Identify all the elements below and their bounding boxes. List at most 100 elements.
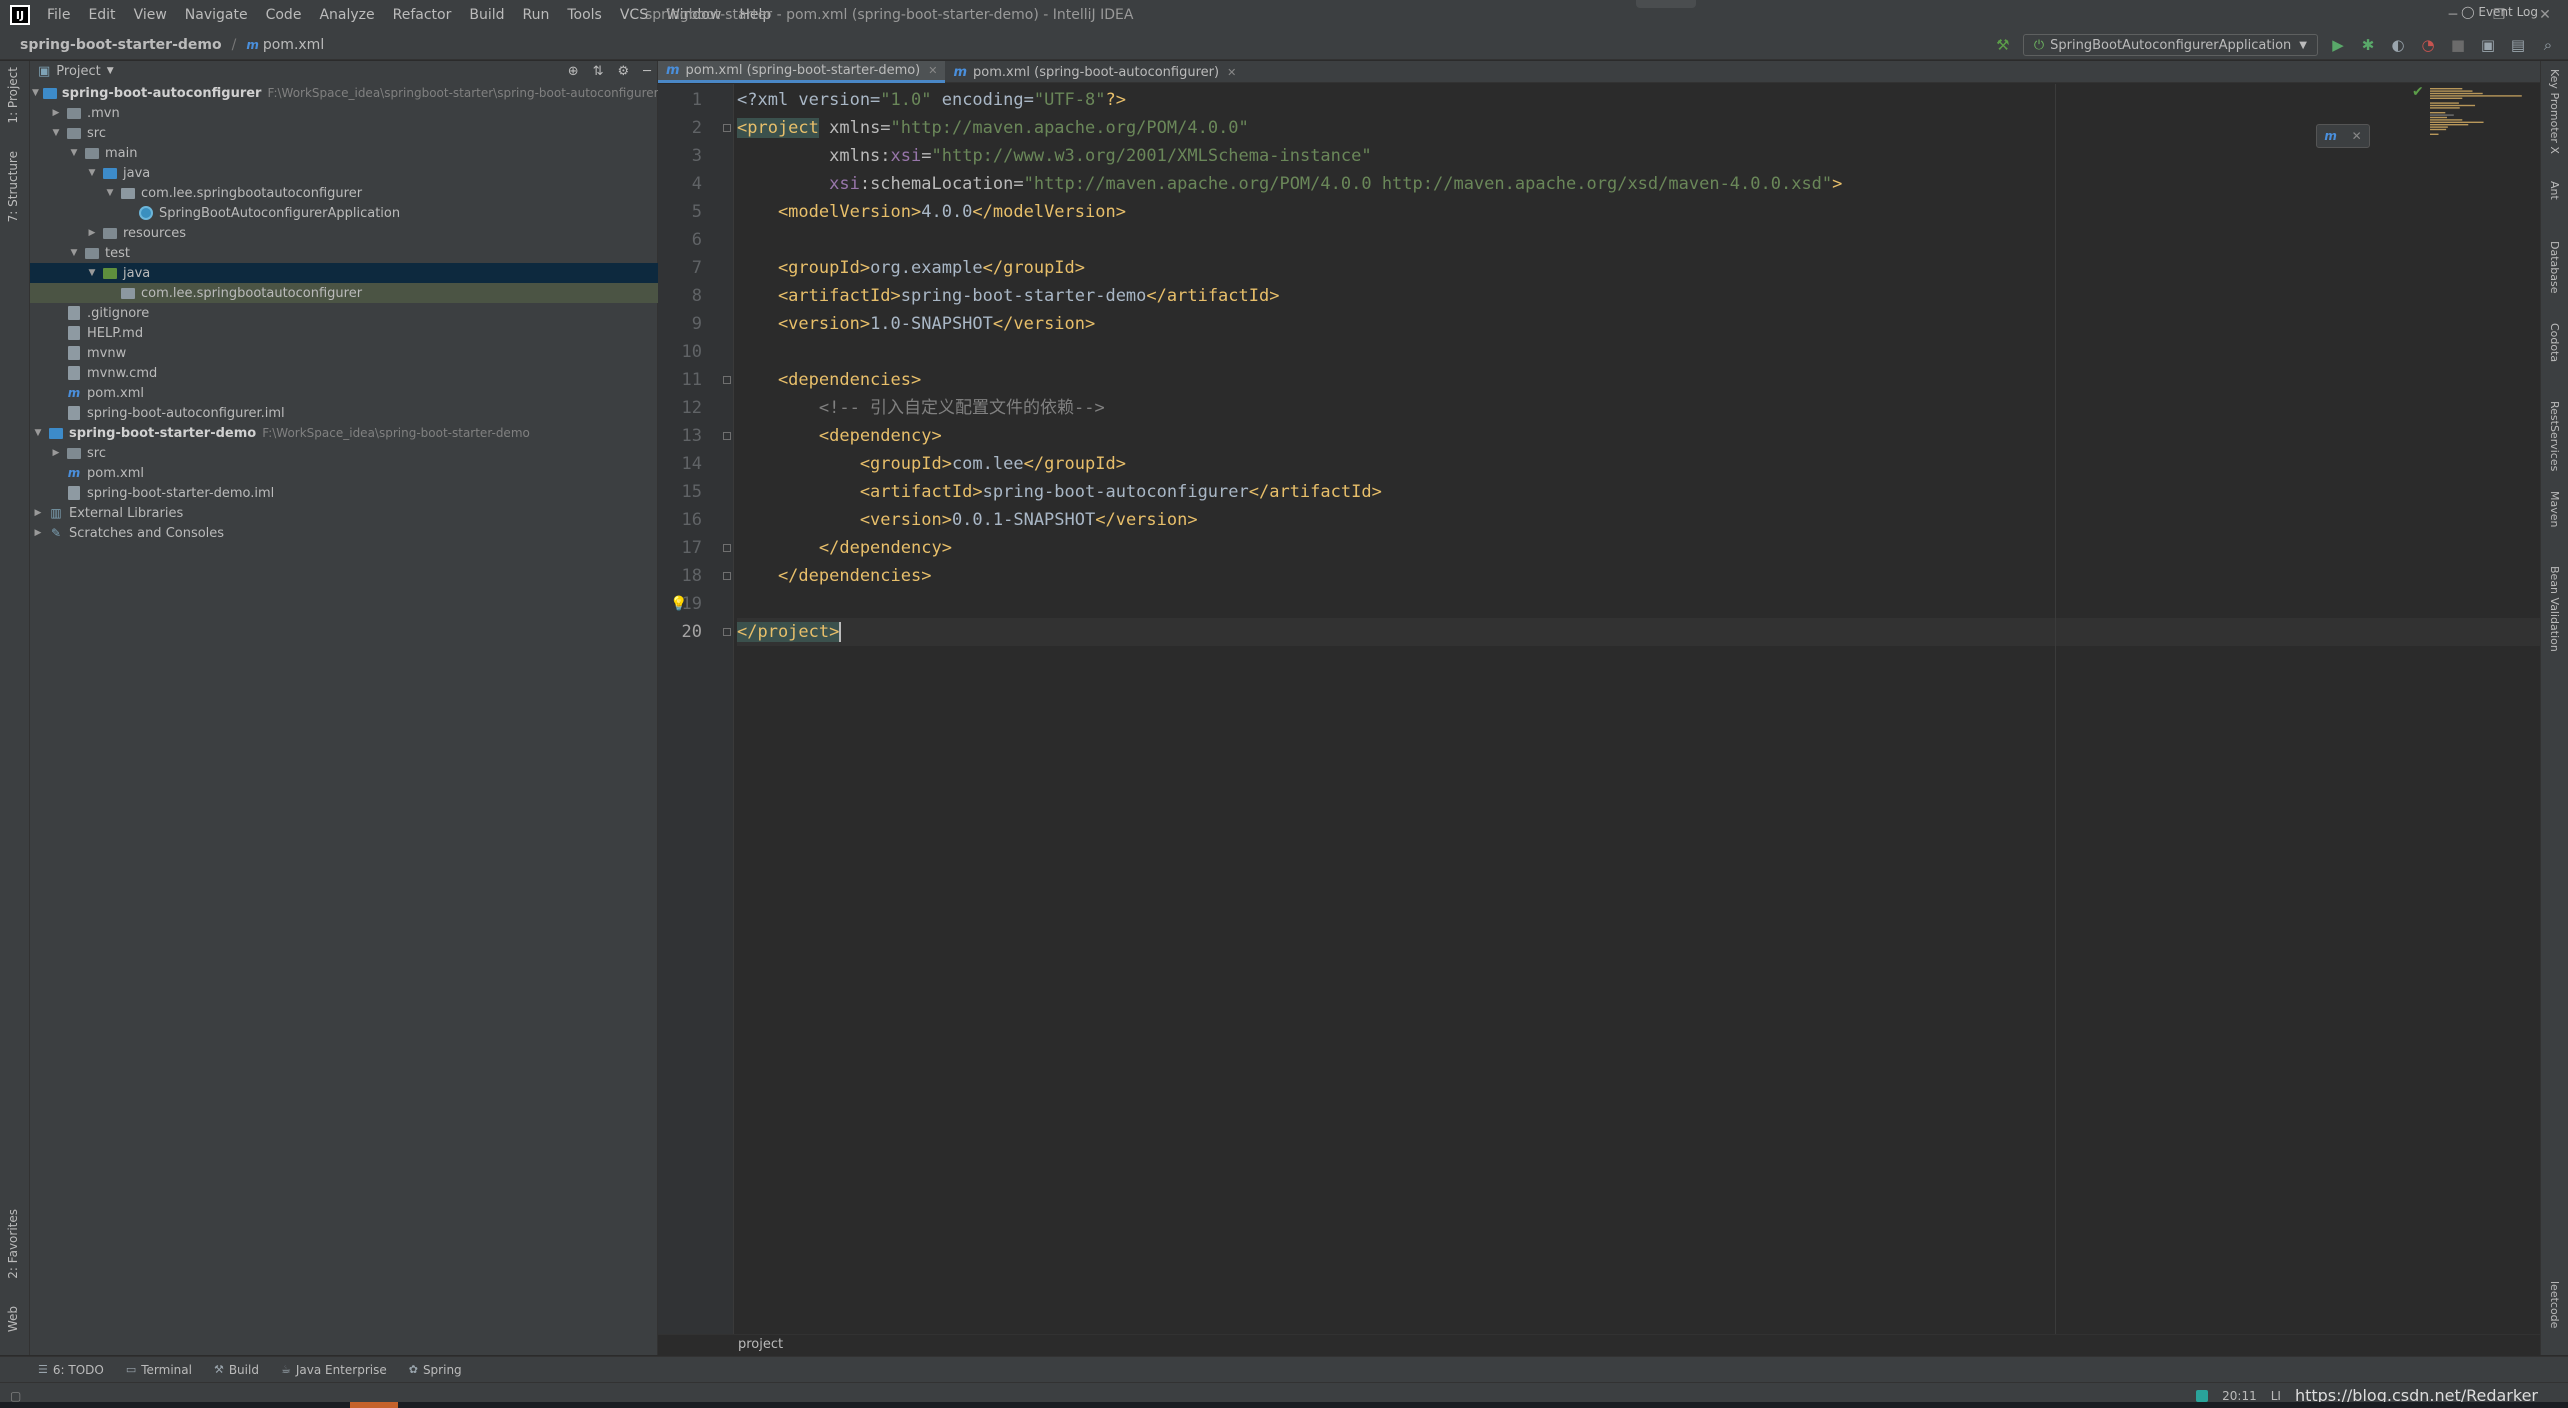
search-icon[interactable]: ⌕ (2538, 35, 2558, 55)
code-line[interactable] (737, 590, 2540, 618)
tree-item[interactable]: ▼ spring-boot-autoconfigurer F:\WorkSpace_… (30, 83, 659, 103)
tree-item[interactable]: ▶ src (30, 443, 658, 463)
expanded-arrow-icon[interactable]: ▼ (68, 148, 80, 158)
tree-item[interactable]: ▼ java (30, 263, 658, 283)
fold-marker-icon[interactable] (723, 544, 731, 552)
collapsed-arrow-icon[interactable]: ▶ (32, 508, 44, 518)
code-line[interactable]: <version>0.0.1-SNAPSHOT</version> (737, 506, 2540, 534)
expanded-arrow-icon[interactable]: ▼ (86, 168, 98, 178)
tab-favorites[interactable]: 2: Favorites (6, 1209, 20, 1279)
layout-toggle-icon[interactable]: ▢ (10, 1389, 21, 1403)
expanded-arrow-icon[interactable]: ▼ (32, 428, 44, 438)
expanded-arrow-icon[interactable]: ▼ (86, 268, 98, 278)
code-line[interactable]: <groupId>com.lee</groupId> (737, 450, 2540, 478)
tool-window-terminal[interactable]: ▭ Terminal (126, 1363, 192, 1377)
event-log-button[interactable]: ◯ Event Log (2461, 5, 2538, 19)
code-line[interactable]: <dependencies> (737, 366, 2540, 394)
tree-item[interactable]: com.lee.springbootautoconfigurer (30, 283, 658, 303)
maven-reload-icon[interactable]: m (2324, 129, 2337, 143)
locate-icon[interactable]: ⊕ (568, 64, 579, 79)
menu-navigate[interactable]: Navigate (176, 7, 257, 23)
menu-refactor[interactable]: Refactor (384, 7, 461, 23)
run-configuration-select[interactable]: ⏻ SpringBootAutoconfigurerApplication ▼ (2022, 34, 2318, 56)
editor-breadcrumb[interactable]: project (658, 1334, 2540, 1355)
tab-key-promoter-x[interactable]: Key Promoter X (2548, 69, 2561, 154)
line-separator[interactable]: LI (2271, 1389, 2281, 1403)
tab-restservices[interactable]: RestServices (2548, 401, 2561, 471)
debug-icon[interactable]: ✱ (2358, 35, 2378, 55)
tree-item[interactable]: ▼ main (30, 143, 658, 163)
tree-item[interactable]: ▶ .mvn (30, 103, 658, 123)
maven-reload-popup[interactable]: m ✕ (2316, 124, 2370, 148)
close-icon[interactable]: ✕ (2352, 129, 2362, 143)
code-line[interactable]: <dependency> (737, 422, 2540, 450)
code-line[interactable]: <project xmlns="http://maven.apache.org/… (737, 114, 2540, 142)
menu-file[interactable]: File (38, 7, 79, 23)
code-line[interactable]: </project> (737, 618, 2540, 646)
codota-icon[interactable] (2196, 1389, 2209, 1402)
collapse-all-icon[interactable]: ⇅ (593, 64, 604, 79)
inspection-ok-icon[interactable]: ✔ (2412, 84, 2424, 100)
close-tab-icon[interactable]: ✕ (1227, 66, 1236, 79)
editor-tab[interactable]: m pom.xml (spring-boot-autoconfigurer) ✕ (945, 61, 1244, 83)
code-editor[interactable]: 1 2 3 4 5 6 7 8 9 10 11 12 13 14 15 16 17 18 19 20 <?xml ve… (658, 84, 2540, 1334)
gear-icon[interactable]: ⚙ (618, 64, 630, 79)
coverage-icon[interactable]: ◐ (2388, 35, 2408, 55)
code-line[interactable]: <?xml version="1.0" encoding="UTF-8"?> (737, 86, 2540, 114)
tree-item[interactable]: spring-boot-starter-demo.iml (30, 483, 658, 503)
chevron-down-icon[interactable]: ▼ (107, 66, 114, 76)
tree-item[interactable]: ▶ ✎ Scratches and Consoles (30, 523, 658, 543)
build-hammer-icon[interactable]: ⚒ (1993, 35, 2013, 55)
code-line[interactable]: <version>1.0-SNAPSHOT</version> (737, 310, 2540, 338)
expanded-arrow-icon[interactable]: ▼ (50, 128, 62, 138)
collapsed-arrow-icon[interactable]: ▶ (32, 528, 44, 538)
tab-ant[interactable]: Ant (2548, 181, 2561, 200)
tool-window-todo[interactable]: ☰ 6: TODO (38, 1363, 104, 1377)
menu-build[interactable]: Build (460, 7, 513, 23)
fold-marker-icon[interactable] (723, 628, 731, 636)
collapsed-arrow-icon[interactable]: ▶ (50, 108, 62, 118)
project-structure-icon[interactable]: ▣ (2478, 35, 2498, 55)
close-tab-icon[interactable]: ✕ (928, 64, 937, 77)
tree-item[interactable]: ▼ src (30, 123, 658, 143)
caret-position[interactable]: 20:11 (2222, 1389, 2257, 1403)
tree-item[interactable]: mvnw (30, 343, 658, 363)
code-line[interactable]: <artifactId>spring-boot-autoconfigurer</… (737, 478, 2540, 506)
breadcrumb-file[interactable]: pom.xml (263, 37, 324, 53)
collapsed-arrow-icon[interactable]: ▶ (86, 228, 98, 238)
project-panel-title[interactable]: Project (56, 64, 100, 79)
menu-analyze[interactable]: Analyze (310, 7, 383, 23)
tool-window-build[interactable]: ⚒ Build (214, 1363, 259, 1377)
code-line[interactable]: <modelVersion>4.0.0</modelVersion> (737, 198, 2540, 226)
code-line[interactable]: xmlns:xsi="http://www.w3.org/2001/XMLSch… (737, 142, 2540, 170)
code-area[interactable]: <?xml version="1.0" encoding="UTF-8"?> <p… (737, 84, 2540, 1334)
collapsed-arrow-icon[interactable]: ▶ (50, 448, 62, 458)
expanded-arrow-icon[interactable]: ▼ (104, 188, 116, 198)
tree-item[interactable]: HELP.md (30, 323, 658, 343)
tool-window-java-enterprise[interactable]: ☕ Java Enterprise (281, 1363, 387, 1377)
tree-item[interactable]: .gitignore (30, 303, 658, 323)
tab-project[interactable]: 1: Project (6, 67, 20, 124)
layout-icon[interactable]: ▤ (2508, 35, 2528, 55)
expanded-arrow-icon[interactable]: ▼ (32, 88, 39, 98)
fold-marker-icon[interactable] (723, 432, 731, 440)
fold-marker-icon[interactable] (723, 376, 731, 384)
tree-item[interactable]: SpringBootAutoconfigurerApplication (30, 203, 658, 223)
menu-edit[interactable]: Edit (79, 7, 124, 23)
tree-item[interactable]: mvnw.cmd (30, 363, 658, 383)
expanded-arrow-icon[interactable]: ▼ (68, 248, 80, 258)
lightbulb-icon[interactable]: 💡 (670, 596, 687, 612)
tree-item[interactable]: ▼ com.lee.springbootautoconfigurer (30, 183, 658, 203)
tab-web[interactable]: Web (6, 1306, 20, 1332)
menu-run[interactable]: Run (514, 7, 559, 23)
tree-item[interactable]: ▶ ▥ External Libraries (30, 503, 658, 523)
code-line[interactable]: <artifactId>spring-boot-starter-demo</ar… (737, 282, 2540, 310)
tab-maven[interactable]: Maven (2548, 491, 2561, 527)
tree-item[interactable]: spring-boot-autoconfigurer.iml (30, 403, 658, 423)
code-line[interactable]: </dependency> (737, 534, 2540, 562)
hide-icon[interactable]: ─ (643, 64, 651, 79)
breadcrumb-project[interactable]: spring-boot-starter-demo (20, 37, 222, 53)
menu-code[interactable]: Code (257, 7, 311, 23)
tree-item[interactable]: m pom.xml (30, 383, 658, 403)
tab-leetcode[interactable]: leetcode (2548, 1281, 2561, 1328)
